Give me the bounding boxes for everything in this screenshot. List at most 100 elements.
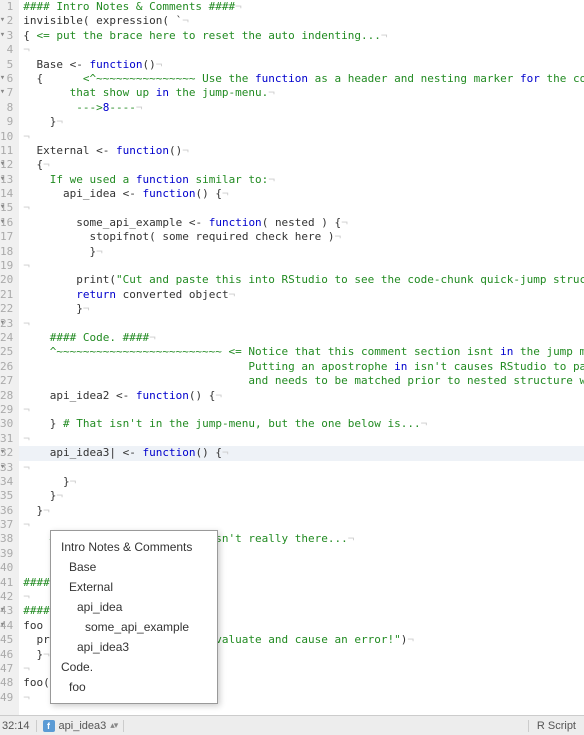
fold-arrow-icon[interactable]: ▾ — [0, 448, 7, 457]
line-number: 24 — [0, 331, 13, 345]
code-line[interactable]: } # That isn't in the jump-menu, but the… — [23, 417, 584, 431]
jump-menu-item[interactable]: Base — [51, 557, 217, 577]
code-line[interactable]: print("Cut and paste this into RStudio t… — [23, 273, 584, 287]
function-icon: f — [43, 720, 55, 732]
code-line[interactable]: }¬ — [23, 504, 584, 518]
jump-menu-item[interactable]: some_api_example — [51, 617, 217, 637]
code-line[interactable]: api_idea2 <- function() {¬ — [23, 389, 584, 403]
line-number: 30 — [0, 417, 13, 431]
code-line[interactable]: If we used a function similar to:¬ — [23, 173, 584, 187]
line-number: 19 — [0, 259, 13, 273]
line-number: 5 — [0, 58, 13, 72]
code-line[interactable]: }¬ — [23, 489, 584, 503]
line-number: 6▾ — [0, 72, 13, 86]
fold-arrow-icon[interactable]: ▾ — [0, 203, 7, 212]
line-number: 33▾ — [0, 461, 13, 475]
code-line[interactable]: api_idea3| <- function() {¬ — [19, 446, 584, 460]
fold-arrow-icon[interactable]: ▾ — [0, 74, 7, 83]
code-line[interactable]: #### Code. ####¬ — [23, 331, 584, 345]
jump-menu-item[interactable]: api_idea — [51, 597, 217, 617]
line-number: 49 — [0, 691, 13, 705]
line-number: 36 — [0, 504, 13, 518]
line-number: 11 — [0, 144, 13, 158]
fold-arrow-icon[interactable]: ▾ — [0, 175, 7, 184]
line-number: 10 — [0, 130, 13, 144]
line-number: 39 — [0, 547, 13, 561]
code-line[interactable]: }¬ — [23, 475, 584, 489]
code-line[interactable]: and needs to be matched prior to nested … — [23, 374, 584, 388]
line-number: 17 — [0, 230, 13, 244]
jump-menu-item[interactable]: api_idea3 — [51, 637, 217, 657]
code-line[interactable]: some_api_example <- function( nested ) {… — [23, 216, 584, 230]
jump-menu-item[interactable]: foo — [51, 677, 217, 697]
line-number: 32▾ — [0, 446, 13, 460]
jump-menu-item[interactable]: Intro Notes & Comments — [51, 537, 217, 557]
fold-arrow-icon[interactable]: ▾ — [0, 218, 7, 227]
code-line[interactable]: }¬ — [23, 115, 584, 129]
line-number: 3▾ — [0, 29, 13, 43]
code-line[interactable]: ¬ — [23, 403, 584, 417]
line-number: 7▾ — [0, 86, 13, 100]
line-number: 27 — [0, 374, 13, 388]
code-line[interactable]: ¬ — [23, 317, 584, 331]
code-line[interactable]: that show up in the jump-menu.¬ — [23, 86, 584, 100]
code-line[interactable]: Putting an apostrophe in isn't causes RS… — [23, 360, 584, 374]
line-number: 35 — [0, 489, 13, 503]
line-number: 14 — [0, 187, 13, 201]
line-number: 4 — [0, 43, 13, 57]
code-line[interactable]: ¬ — [23, 130, 584, 144]
code-line[interactable]: Base <- function()¬ — [23, 58, 584, 72]
line-number: 38 — [0, 532, 13, 546]
line-number: 22 — [0, 302, 13, 316]
line-number: 34 — [0, 475, 13, 489]
code-line[interactable]: {¬ — [23, 158, 584, 172]
code-line[interactable]: }¬ — [23, 302, 584, 316]
fold-arrow-icon[interactable]: ▾ — [0, 88, 7, 97]
code-line[interactable]: #### Intro Notes & Comments ####¬ — [23, 0, 584, 14]
line-number: 23▾ — [0, 317, 13, 331]
fold-arrow-icon[interactable]: ▾ — [0, 160, 7, 169]
fold-arrow-icon[interactable]: ▾ — [0, 16, 7, 25]
line-number: 9 — [0, 115, 13, 129]
line-number: 31 — [0, 432, 13, 446]
line-number: 46 — [0, 648, 13, 662]
code-line[interactable]: { <= put the brace here to reset the aut… — [23, 29, 584, 43]
fold-arrow-icon[interactable]: ▾ — [0, 319, 7, 328]
code-line[interactable]: --->8----¬ — [23, 101, 584, 115]
line-number: 28 — [0, 389, 13, 403]
line-number: 29 — [0, 403, 13, 417]
code-line[interactable]: ¬ — [23, 461, 584, 475]
code-line[interactable]: { <^~~~~~~~~~~~~~~~ Use the function as … — [23, 72, 584, 86]
code-line[interactable]: External <- function()¬ — [23, 144, 584, 158]
code-line[interactable]: ¬ — [23, 432, 584, 446]
status-bar: 32:14 f api_idea3 ▴▾ R Script — [0, 715, 584, 735]
line-number: 2▾ — [0, 14, 13, 28]
line-number: 1 — [0, 0, 13, 14]
function-navigator[interactable]: f api_idea3 ▴▾ — [36, 720, 125, 732]
code-line[interactable]: invisible( expression( `¬ — [23, 14, 584, 28]
fold-arrow-icon[interactable]: ▾ — [0, 31, 7, 40]
code-line[interactable]: ¬ — [23, 201, 584, 215]
code-line[interactable]: ¬ — [23, 259, 584, 273]
line-number: 47 — [0, 662, 13, 676]
code-line[interactable]: stopifnot( some required check here )¬ — [23, 230, 584, 244]
line-number: 48 — [0, 676, 13, 690]
jump-menu-item[interactable]: External — [51, 577, 217, 597]
fold-arrow-icon[interactable]: ▾ — [0, 463, 7, 472]
cursor-position: 32:14 — [0, 720, 36, 732]
language-label: R Script — [528, 720, 584, 732]
line-number: 13▾ — [0, 173, 13, 187]
code-line[interactable]: return converted object¬ — [23, 288, 584, 302]
code-line[interactable]: }¬ — [23, 245, 584, 259]
code-line[interactable]: ^~~~~~~~~~~~~~~~~~~~~~~~~~ <= Notice tha… — [23, 345, 584, 359]
jump-menu-item[interactable]: Code. — [51, 657, 217, 677]
line-number: 8 — [0, 101, 13, 115]
code-line[interactable]: ¬ — [23, 43, 584, 57]
fold-arrow-icon[interactable]: ▾ — [0, 606, 7, 615]
fold-arrow-icon[interactable]: ▾ — [0, 621, 7, 630]
updown-icon: ▴▾ — [110, 720, 117, 731]
line-number: 40 — [0, 561, 13, 575]
jump-menu-popup[interactable]: Intro Notes & CommentsBaseExternalapi_id… — [50, 530, 218, 704]
code-line[interactable]: api_idea <- function() {¬ — [23, 187, 584, 201]
line-number: 45 — [0, 633, 13, 647]
